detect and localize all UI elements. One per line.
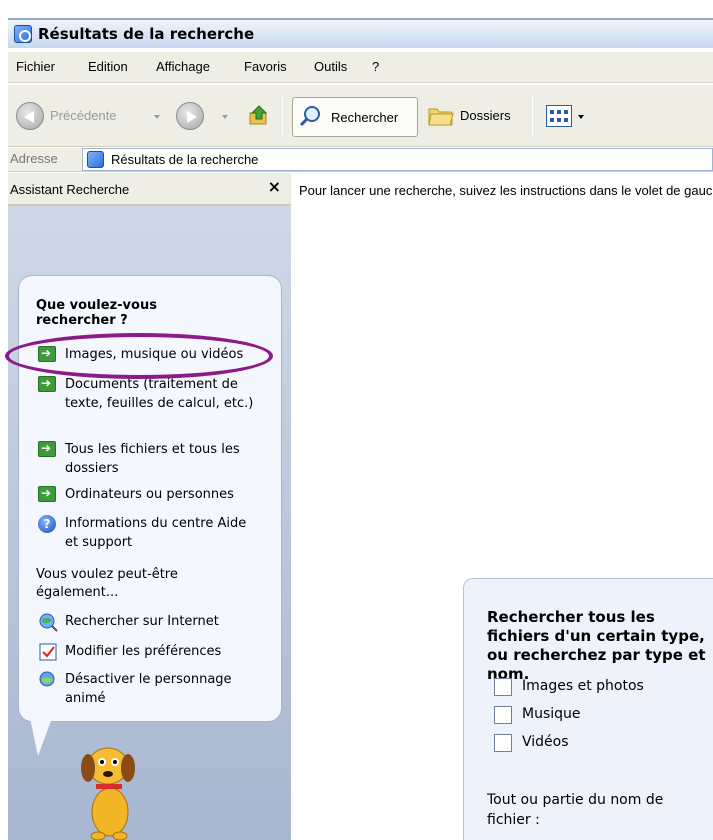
folders-button-label[interactable]: Dossiers bbox=[460, 108, 511, 123]
menu-affichage[interactable]: Affichage bbox=[156, 59, 210, 74]
preferences-icon bbox=[39, 643, 57, 661]
images-checkbox[interactable] bbox=[494, 678, 512, 696]
green-arrow-icon bbox=[38, 376, 56, 392]
search-question-heading: Que voulez-vous rechercher ? bbox=[36, 298, 157, 328]
toolbar-separator bbox=[532, 95, 533, 137]
menu-favoris[interactable]: Favoris bbox=[244, 59, 287, 74]
back-arrow-icon[interactable] bbox=[16, 102, 44, 130]
search-instructions: Pour lancer une recherche, suivez les in… bbox=[299, 183, 713, 198]
folders-icon[interactable] bbox=[428, 105, 454, 127]
search-results-icon bbox=[14, 25, 32, 43]
videos-checkbox[interactable] bbox=[494, 734, 512, 752]
pane-title: Assistant Recherche bbox=[10, 182, 130, 197]
option-label: Modifier les préférences bbox=[65, 644, 222, 659]
forward-dropdown-icon[interactable] bbox=[222, 115, 228, 119]
magnifier-icon bbox=[299, 106, 320, 127]
internet-search-icon bbox=[39, 613, 58, 632]
menu-edition[interactable]: Edition bbox=[88, 59, 128, 74]
menu-help[interactable]: ? bbox=[372, 59, 379, 74]
search-button[interactable]: Rechercher bbox=[292, 97, 418, 137]
filename-label: Tout ou partie du nom de fichier : bbox=[487, 792, 664, 828]
animated-character-icon bbox=[39, 671, 55, 687]
search-button-label: Rechercher bbox=[331, 110, 399, 125]
help-icon: ? bbox=[38, 515, 56, 533]
option-label: Ordinateurs ou personnes bbox=[65, 487, 234, 502]
window-title: Résultats de la recherche bbox=[38, 25, 255, 43]
option-label: Documents (traitement de texte, feuilles… bbox=[65, 377, 254, 411]
checkbox-label: Vidéos bbox=[522, 734, 569, 750]
music-checkbox[interactable] bbox=[494, 706, 512, 724]
close-icon[interactable]: × bbox=[268, 177, 281, 196]
title-bar: Résultats de la recherche bbox=[8, 18, 713, 48]
views-icon[interactable] bbox=[546, 105, 572, 127]
highlight-annotation bbox=[5, 333, 273, 379]
option-label: Rechercher sur Internet bbox=[65, 614, 219, 629]
toolbar-separator bbox=[282, 95, 283, 137]
search-results-icon bbox=[87, 151, 104, 168]
speech-bubble-tail bbox=[30, 718, 52, 756]
address-field[interactable]: Résultats de la recherche bbox=[82, 148, 713, 171]
views-dropdown-icon[interactable] bbox=[578, 115, 584, 119]
green-arrow-icon bbox=[38, 441, 56, 457]
address-label: Adresse bbox=[10, 151, 58, 166]
toolbar: Précédente Rechercher Dossiers bbox=[8, 85, 713, 147]
menu-outils[interactable]: Outils bbox=[314, 59, 347, 74]
back-button-label[interactable]: Précédente bbox=[50, 108, 117, 123]
also-heading: Vous voulez peut-être également... bbox=[36, 567, 178, 600]
address-value: Résultats de la recherche bbox=[111, 152, 259, 167]
menu-fichier[interactable]: Fichier bbox=[16, 59, 55, 74]
option-label: Informations du centre Aide et support bbox=[65, 516, 247, 550]
address-bar: Adresse Résultats de la recherche bbox=[8, 148, 713, 172]
search-dog-character-icon[interactable] bbox=[74, 740, 144, 840]
green-arrow-icon bbox=[38, 486, 56, 502]
menu-bar: Fichier Edition Affichage Favoris Outils… bbox=[8, 51, 713, 83]
search-panel-heading: Rechercher tous les fichiers d'un certai… bbox=[487, 608, 706, 683]
checkbox-label: Musique bbox=[522, 706, 581, 722]
back-dropdown-icon[interactable] bbox=[154, 115, 160, 119]
checkbox-label: Images et photos bbox=[522, 678, 644, 694]
forward-arrow-icon[interactable] bbox=[176, 102, 204, 130]
option-label: Tous les fichiers et tous les dossiers bbox=[65, 442, 240, 476]
pane-header: Assistant Recherche × bbox=[8, 173, 291, 205]
folder-up-icon[interactable] bbox=[248, 104, 270, 126]
option-label: Désactiver le personnage animé bbox=[65, 672, 232, 706]
